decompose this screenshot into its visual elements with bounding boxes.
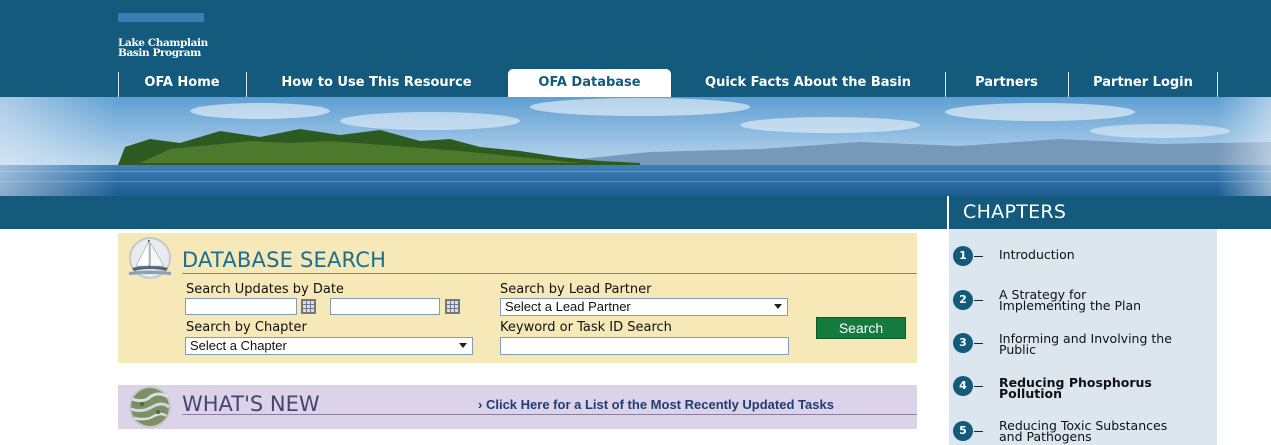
nav-ofa-database[interactable]: OFA Database [508, 69, 671, 97]
chapter-link-toxic-substances[interactable]: Reducing Toxic Substances and Pathogens [999, 419, 1167, 443]
chapter-number-badge: 1 [953, 246, 973, 266]
chapter-link-introduction[interactable]: Introduction [999, 247, 1075, 262]
logo-strip [118, 13, 204, 22]
chapter-connector [974, 256, 983, 257]
search-button[interactable]: Search [816, 317, 906, 339]
nav-partner-login[interactable]: Partner Login [1069, 69, 1217, 97]
chapter-connector [974, 300, 983, 301]
whats-new-title: WHAT'S NEW [182, 392, 320, 416]
chapter-selected: Select a Chapter [190, 338, 287, 353]
nav-ofa-home[interactable]: OFA Home [119, 69, 245, 97]
nav-how-to-use[interactable]: How to Use This Resource [247, 69, 506, 97]
chapters-heading: CHAPTERS [949, 196, 1217, 229]
nav-partners[interactable]: Partners [946, 69, 1067, 97]
right-title-bar [1217, 196, 1271, 229]
chapter-number-badge: 4 [953, 376, 973, 396]
lake-banner-image [0, 97, 1271, 196]
chapter-label-line1: Introduction [999, 247, 1075, 262]
calendar-icon[interactable] [301, 299, 316, 314]
database-search-title: DATABASE SEARCH [182, 248, 387, 272]
nav-separator [1217, 72, 1218, 97]
nav-quick-facts[interactable]: Quick Facts About the Basin [672, 69, 944, 97]
logo-line2: Basin Program [118, 47, 201, 59]
chapter-number-badge: 2 [953, 290, 973, 310]
calendar-icon[interactable] [445, 299, 460, 314]
lead-partner-select[interactable]: Select a Lead Partner [500, 298, 788, 316]
chapter-number-badge: 5 [953, 421, 973, 441]
chapter-connector [974, 386, 983, 387]
keyword-search-input[interactable] [500, 337, 789, 355]
chapter-connector [974, 431, 983, 432]
lead-partner-selected: Select a Lead Partner [505, 299, 631, 314]
date-search-label: Search Updates by Date [186, 282, 344, 297]
chevron-right-icon: › [478, 397, 483, 412]
date-from-field[interactable] [185, 298, 297, 315]
recent-tasks-link[interactable]: › Click Here for a List of the Most Rece… [478, 397, 834, 412]
lead-partner-label: Search by Lead Partner [500, 282, 652, 297]
chapter-label-line2: Implementing the Plan [999, 298, 1142, 313]
database-search-rule [182, 273, 917, 274]
keyword-search-label: Keyword or Task ID Search [500, 320, 672, 335]
recent-tasks-link-text: Click Here for a List of the Most Recent… [485, 397, 834, 412]
chevron-down-icon [459, 343, 467, 348]
chapter-number-badge: 3 [953, 333, 973, 353]
chapter-link-phosphorus[interactable]: Reducing Phosphorus Pollution [999, 376, 1152, 400]
chevron-down-icon [774, 304, 782, 309]
lcbp-logo[interactable]: Lake Champlain Basin Program [118, 13, 208, 59]
chapter-link-strategy[interactable]: A Strategy for Implementing the Plan [999, 288, 1142, 313]
whats-new-rule [182, 414, 917, 415]
sailboat-icon [122, 236, 178, 280]
chapter-connector [974, 343, 983, 344]
chapter-search-label: Search by Chapter [186, 320, 307, 335]
wetland-aerial-icon [122, 385, 178, 429]
chapter-select[interactable]: Select a Chapter [185, 337, 473, 355]
date-to-field[interactable] [330, 298, 440, 315]
content-title-bar [0, 196, 947, 229]
chapter-link-informing-public[interactable]: Informing and Involving the Public [999, 332, 1172, 356]
